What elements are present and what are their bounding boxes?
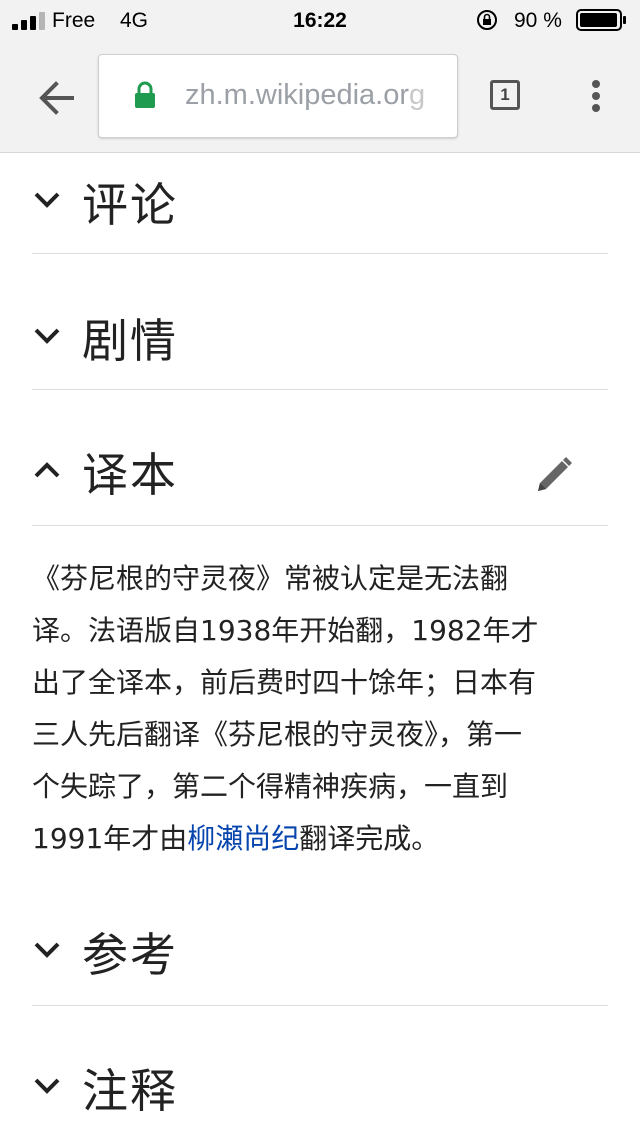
paragraph-line: 译。法语版自1938年开始翻，1982年才	[32, 614, 539, 647]
paragraph-line: 1991年才由柳瀬尚纪翻译完成。	[32, 813, 612, 865]
section-header-translations[interactable]: 译本	[32, 423, 608, 523]
text-before-link: 1991年才由	[32, 822, 188, 855]
section-title: 剧情	[82, 314, 178, 368]
section-divider	[32, 253, 608, 254]
lock-icon	[135, 81, 155, 108]
url-text[interactable]: zh.m.wikipedia.org	[185, 79, 455, 112]
section-divider	[32, 1005, 608, 1006]
pencil-edit-icon[interactable]	[532, 453, 576, 497]
section-divider	[32, 389, 608, 390]
paragraph-line: 《芬尼根的守灵夜》常被认定是无法翻	[32, 562, 509, 595]
section-title: 注释	[82, 1064, 178, 1118]
section-header-reviews[interactable]: 评论	[32, 153, 608, 253]
paragraph-line: 出了全译本，前后费时四十馀年；日本有	[32, 666, 537, 699]
section-header-plot[interactable]: 剧情	[32, 289, 608, 389]
section-title: 参考	[82, 928, 178, 982]
section-divider	[32, 525, 608, 526]
article-content: 评论 剧情 译本 《芬尼根的守灵夜》常被认定是无法翻 译。法语版自1938年开始…	[0, 153, 640, 1136]
tabs-icon[interactable]: 1	[490, 80, 520, 110]
back-arrow-icon[interactable]	[30, 76, 82, 120]
text-after-link: 翻译完成。	[299, 822, 440, 855]
section-header-notes[interactable]: 注释	[32, 1039, 608, 1136]
chevron-down-icon	[34, 328, 60, 344]
translation-paragraph: 《芬尼根的守灵夜》常被认定是无法翻 译。法语版自1938年开始翻，1982年才 …	[32, 553, 612, 865]
address-bar[interactable]: zh.m.wikipedia.org	[98, 54, 458, 138]
chevron-up-icon	[34, 462, 60, 478]
section-title: 评论	[82, 178, 178, 232]
browser-toolbar: zh.m.wikipedia.org 1	[0, 40, 640, 153]
status-bar: Free 4G 16:22 90 %	[0, 0, 640, 40]
chevron-down-icon	[34, 1078, 60, 1094]
paragraph-line: 个失踪了，第二个得精神疾病，一直到	[32, 770, 509, 803]
chevron-down-icon	[34, 942, 60, 958]
translator-link[interactable]: 柳瀬尚纪	[187, 822, 299, 855]
paragraph-line: 三人先后翻译《芬尼根的守灵夜》，第一	[32, 718, 523, 751]
overflow-menu-icon[interactable]	[584, 76, 608, 116]
chevron-down-icon	[34, 192, 60, 208]
battery-icon	[576, 9, 626, 31]
section-header-references[interactable]: 参考	[32, 903, 608, 1003]
section-title: 译本	[82, 448, 178, 502]
battery-percentage: 90 %	[514, 9, 562, 32]
rotation-lock-icon	[477, 10, 497, 30]
